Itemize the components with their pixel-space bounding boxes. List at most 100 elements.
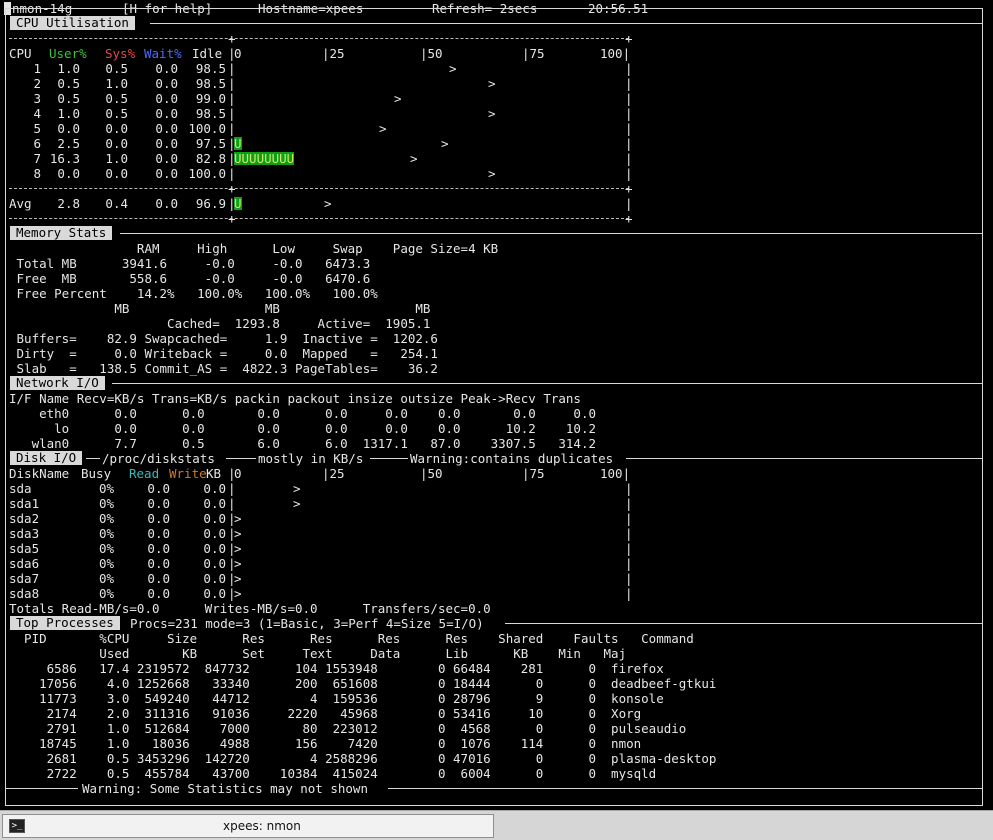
disk-peak-marker: >	[293, 496, 301, 511]
disk-read: 0.0	[147, 571, 170, 586]
cpu-col-cpu: CPU	[9, 46, 32, 61]
cpu-sys: 0.4	[105, 196, 128, 211]
process-row: 2722 0.5 455784 43700 10384 415024 0 600…	[9, 766, 657, 781]
cpu-wait: 0.0	[155, 166, 178, 181]
disk-peak-marker: >	[234, 571, 242, 586]
cpu-id: 3	[33, 91, 41, 106]
cpu-peak-marker: >	[379, 121, 387, 136]
cpu-sys: 1.0	[105, 76, 128, 91]
disk-name: sda8	[9, 586, 40, 601]
disk-peak-marker: >	[234, 541, 242, 556]
process-row: 6586 17.4 2319572 847732 104 1553948 0 6…	[9, 661, 664, 676]
cpu-sys: 0.0	[105, 136, 128, 151]
terminal-icon: >_	[9, 819, 25, 833]
disk-name: sda5	[9, 541, 40, 556]
disk-write: 0.0	[203, 526, 226, 541]
disk-scale-50: |50	[420, 466, 443, 481]
cpu-idle: 100.0	[188, 166, 226, 181]
memory-line: Buffers= 82.9 Swapcached= 1.9 Inactive =…	[9, 331, 438, 346]
network-line: eth0 0.0 0.0 0.0 0.0 0.0 0.0 0.0 0.0	[9, 406, 596, 421]
cpu-peak-marker: >	[488, 106, 496, 121]
cpu-col-idle: Idle	[192, 46, 223, 61]
cpu-usage-bar: U	[234, 136, 242, 151]
process-row: 2174 2.0 311316 91036 2220 45968 0 53416…	[9, 706, 642, 721]
cpu-sys: 1.0	[105, 151, 128, 166]
cpu-scale-0: 0	[234, 46, 242, 61]
disk-section-header: Disk I/O	[10, 451, 83, 465]
processes-summary: Procs=231 mode=3 (1=Basic, 3=Perf 4=Size…	[130, 616, 484, 631]
cpu-scale-75: |75	[522, 46, 545, 61]
cpu-idle: 82.8	[195, 151, 226, 166]
cpu-user: 1.0	[57, 106, 80, 121]
disk-write: 0.0	[203, 556, 226, 571]
cpu-scale-50: |50	[420, 46, 443, 61]
process-row: 17056 4.0 1252668 33340 200 651608 0 184…	[9, 676, 717, 691]
cpu-sys: 0.0	[105, 121, 128, 136]
taskbar-task-button[interactable]: >_ xpees: nmon	[2, 814, 494, 838]
memory-line: Free Percent 14.2% 100.0% 100.0% 100.0%	[9, 286, 378, 301]
disk-write: 0.0	[203, 586, 226, 601]
disk-name: sda3	[9, 526, 40, 541]
cpu-idle: 97.5	[195, 136, 226, 151]
cpu-id: 4	[33, 106, 41, 121]
cpu-user: 2.5	[57, 136, 80, 151]
disk-col-unit: KB	[206, 466, 222, 481]
cpu-idle: 98.5	[195, 61, 226, 76]
disk-scale-25: |25	[322, 466, 345, 481]
cpu-id: 5	[33, 121, 41, 136]
cpu-id: 6	[33, 136, 41, 151]
disk-read: 0.0	[147, 586, 170, 601]
disk-write: 0.0	[203, 511, 226, 526]
cpu-wait: 0.0	[155, 121, 178, 136]
disk-busy: 0%	[98, 481, 114, 496]
cpu-id: 1	[33, 61, 41, 76]
memory-line: Dirty = 0.0 Writeback = 0.0 Mapped = 254…	[9, 346, 438, 361]
cpu-id: 2	[33, 76, 41, 91]
disk-name: sda7	[9, 571, 40, 586]
cpu-id: 8	[33, 166, 41, 181]
disk-name: sda6	[9, 556, 40, 571]
cpu-col-wait: Wait%	[144, 46, 182, 61]
disk-read: 0.0	[147, 511, 170, 526]
disk-read: 0.0	[147, 496, 170, 511]
cpu-section-header: CPU Utilisation	[10, 16, 135, 30]
process-row: 2681 0.5 3453296 142720 4 2588296 0 4701…	[9, 751, 717, 766]
cpu-sys: 0.5	[105, 61, 128, 76]
memory-line: Free MB 558.6 -0.0 -0.0 6470.6	[9, 271, 371, 286]
cpu-peak-marker: >	[410, 151, 418, 166]
disk-totals: Totals Read-MB/s=0.0 Writes-MB/s=0.0 Tra…	[9, 601, 491, 616]
processes-footer-warning: Warning: Some Statistics may not shown	[82, 781, 368, 796]
disk-scale-0: 0	[234, 466, 242, 481]
cpu-col-sys: Sys%	[105, 46, 136, 61]
cpu-id: Avg	[9, 196, 32, 211]
disk-write: 0.0	[203, 481, 226, 496]
cpu-wait: 0.0	[155, 91, 178, 106]
network-line: wlan0 7.7 0.5 6.0 6.0 1317.1 87.0 3307.5…	[9, 436, 596, 451]
cpu-sys: 0.0	[105, 166, 128, 181]
process-row: 18745 1.0 18036 4988 156 7420 0 1076 114…	[9, 736, 642, 751]
cpu-peak-marker: >	[324, 196, 332, 211]
disk-name: sda1	[9, 496, 40, 511]
cpu-peak-marker: >	[488, 76, 496, 91]
cpu-usage-bar: U	[234, 196, 242, 211]
cpu-idle: 99.0	[195, 91, 226, 106]
cpu-user: 16.3	[49, 151, 80, 166]
cpu-scale-25: |25	[322, 46, 345, 61]
cpu-sys: 0.5	[105, 91, 128, 106]
cpu-peak-marker: >	[449, 61, 457, 76]
memory-line: MB MB MB	[9, 301, 431, 316]
cpu-id: 7	[33, 151, 41, 166]
disk-write: 0.0	[203, 496, 226, 511]
disk-scale-100: 100|	[600, 466, 631, 481]
disk-peak-marker: >	[234, 526, 242, 541]
cpu-peak-marker: >	[394, 91, 402, 106]
processes-section-header: Top Processes	[10, 616, 120, 630]
disk-units-note: mostly in KB/s	[258, 451, 364, 466]
memory-line: RAM High Low Swap Page Size=4 KB	[9, 241, 499, 256]
cpu-idle: 100.0	[188, 121, 226, 136]
disk-busy: 0%	[98, 526, 114, 541]
disk-peak-marker: >	[234, 556, 242, 571]
disk-col-name: DiskName	[9, 466, 70, 481]
cpu-wait: 0.0	[155, 106, 178, 121]
disk-read: 0.0	[147, 541, 170, 556]
